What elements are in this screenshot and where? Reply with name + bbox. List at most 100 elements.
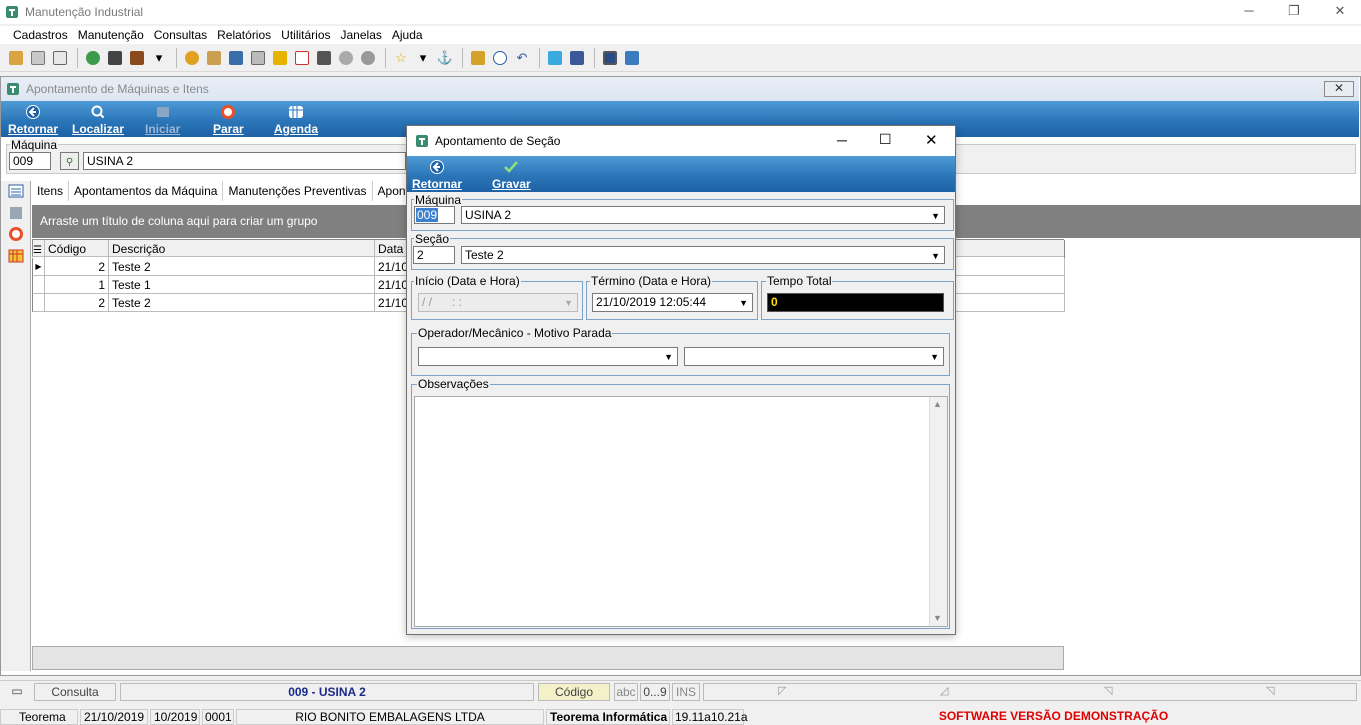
back-arrow-icon <box>430 160 444 174</box>
exit-door-icon[interactable] <box>622 48 642 68</box>
agenda-button[interactable]: Agenda <box>274 104 318 136</box>
parar-button[interactable]: Parar <box>213 104 244 136</box>
restore-icon[interactable]: ❐ <box>1286 3 1302 19</box>
dialog-action-bar <box>407 156 955 192</box>
menu-consultas[interactable]: Consultas <box>149 26 212 44</box>
list-view-icon[interactable] <box>8 183 24 199</box>
dialog-tempo-label: Tempo Total <box>766 274 833 288</box>
localizar-label: Localizar <box>72 122 125 136</box>
close-icon[interactable]: ✕ <box>925 131 938 149</box>
app-logo-icon <box>7 83 19 95</box>
info-period: 10/2019 <box>150 709 200 725</box>
chevron-down-icon[interactable]: ▾ <box>149 48 169 68</box>
chevron-down-icon[interactable]: ▾ <box>413 48 433 68</box>
clipboard-icon[interactable] <box>50 48 70 68</box>
grid-header-codigo[interactable]: Código <box>45 240 109 258</box>
first-record-icon[interactable]: ◸ <box>778 684 786 697</box>
dialog-observacoes-textarea[interactable] <box>414 396 948 627</box>
twitter-icon[interactable] <box>545 48 565 68</box>
prev-record-icon[interactable]: ◿ <box>940 684 948 697</box>
app-logo-icon <box>416 135 428 147</box>
cell-descricao: Teste 2 <box>109 258 375 276</box>
scroll-up-icon[interactable]: ▲ <box>933 399 942 409</box>
star-icon[interactable]: ☆ <box>391 48 411 68</box>
toolbar-separator <box>462 48 463 68</box>
observacoes-scrollbar[interactable]: ▲ ▼ <box>929 397 947 626</box>
dialog-retornar-button[interactable]: Retornar <box>412 159 462 191</box>
child-close-button[interactable]: ✕ <box>1324 81 1354 97</box>
minimize-icon[interactable]: ─ <box>837 132 847 148</box>
help-icon[interactable] <box>490 48 510 68</box>
hook-icon[interactable]: ↶ <box>512 48 532 68</box>
menu-manutencao[interactable]: Manutenção <box>73 26 149 44</box>
maquina-label: Máquina <box>10 138 59 152</box>
next-record-icon[interactable]: ◹ <box>1104 684 1112 697</box>
facebook-icon[interactable] <box>567 48 587 68</box>
search-plus-icon: ⚲ <box>65 157 74 168</box>
dialog-secao-code-input[interactable]: 2 <box>413 246 455 264</box>
anchor-icon[interactable]: ⚓ <box>435 48 455 68</box>
menu-relatorios[interactable]: Relatórios <box>212 26 276 44</box>
keyboard-icon[interactable] <box>226 48 246 68</box>
minimize-icon[interactable]: ─ <box>1241 3 1257 19</box>
dialog-termino-picker[interactable]: 21/10/2019 12:05:44 ▼ <box>592 293 753 312</box>
dialog-operador-select[interactable]: ▼ <box>418 347 678 366</box>
dialog-inicio-picker[interactable]: / / : : ▼ <box>418 293 578 312</box>
maquina-name-input[interactable]: USINA 2 <box>83 152 406 170</box>
info-user: Teorema <box>0 709 78 725</box>
localizar-button[interactable]: Localizar <box>72 104 124 136</box>
menu-janelas[interactable]: Janelas <box>336 26 387 44</box>
scroll-down-icon[interactable]: ▼ <box>933 613 942 623</box>
maquina-search-button[interactable]: ⚲ <box>60 152 79 170</box>
disc-icon[interactable] <box>336 48 356 68</box>
close-icon[interactable]: ✕ <box>1332 3 1348 19</box>
dialog-maquina-code-input[interactable]: 009 <box>414 206 455 224</box>
dialog-secao-select[interactable]: Teste 2 ▼ <box>461 246 945 264</box>
monitor-icon[interactable] <box>600 48 620 68</box>
dialog-maquina-code-value: 009 <box>416 208 439 222</box>
main-toolbar: ▾ ☆ ▾ ⚓ ↶ <box>0 45 1361 72</box>
iniciar-button[interactable]: Iniciar <box>145 104 180 136</box>
tools-icon[interactable] <box>8 205 24 221</box>
stop-clock-icon[interactable] <box>8 226 24 242</box>
dialog-maquina-select[interactable]: USINA 2 ▼ <box>461 206 945 224</box>
row-indicator <box>33 294 45 312</box>
row-indicator <box>33 276 45 294</box>
gravar-button[interactable]: Gravar <box>492 159 531 191</box>
status-numeric: 0...9 <box>640 683 670 701</box>
app-logo-icon <box>6 6 18 18</box>
machine-icon[interactable] <box>105 48 125 68</box>
report-icon[interactable] <box>204 48 224 68</box>
menu-ajuda[interactable]: Ajuda <box>387 26 428 44</box>
tab-itens[interactable]: Itens <box>32 181 70 201</box>
dialog-motivo-select[interactable]: ▼ <box>684 347 944 366</box>
menu-cadastros[interactable]: Cadastros <box>8 26 73 44</box>
handshake-icon[interactable] <box>468 48 488 68</box>
add-user-icon[interactable] <box>358 48 378 68</box>
lock-icon[interactable] <box>270 48 290 68</box>
dialog-tempo-value: 0 <box>767 293 944 312</box>
menu-utilitarios[interactable]: Utilitários <box>276 26 335 44</box>
grid-menu-icon[interactable]: ☰ <box>33 240 45 258</box>
tools-icon[interactable] <box>28 48 48 68</box>
retornar-button[interactable]: Retornar <box>8 104 58 136</box>
list-icon[interactable] <box>6 48 26 68</box>
status-abc: abc <box>614 683 638 701</box>
calendar-icon[interactable] <box>8 248 24 264</box>
tab-manutencoes-preventivas[interactable]: Manutenções Preventivas <box>223 181 373 201</box>
globe-icon[interactable] <box>83 48 103 68</box>
calculator-icon[interactable] <box>248 48 268 68</box>
maquina-code-input[interactable]: 009 <box>9 152 51 170</box>
document-settings-icon[interactable] <box>292 48 312 68</box>
info-demo: SOFTWARE VERSÃO DEMONSTRAÇÃO <box>938 709 1169 723</box>
package-icon[interactable] <box>127 48 147 68</box>
tab-apontamentos-maquina[interactable]: Apontamentos da Máquina <box>69 181 224 201</box>
last-record-icon[interactable]: ◹ <box>1266 684 1274 697</box>
grid-header-descricao[interactable]: Descrição <box>109 240 375 258</box>
maximize-icon[interactable]: ☐ <box>879 131 892 148</box>
retornar-label: Retornar <box>8 122 59 136</box>
app-title: Manutenção Industrial <box>25 5 144 19</box>
users-icon[interactable] <box>182 48 202 68</box>
printer-icon[interactable] <box>314 48 334 68</box>
status-field: Código <box>538 683 610 701</box>
